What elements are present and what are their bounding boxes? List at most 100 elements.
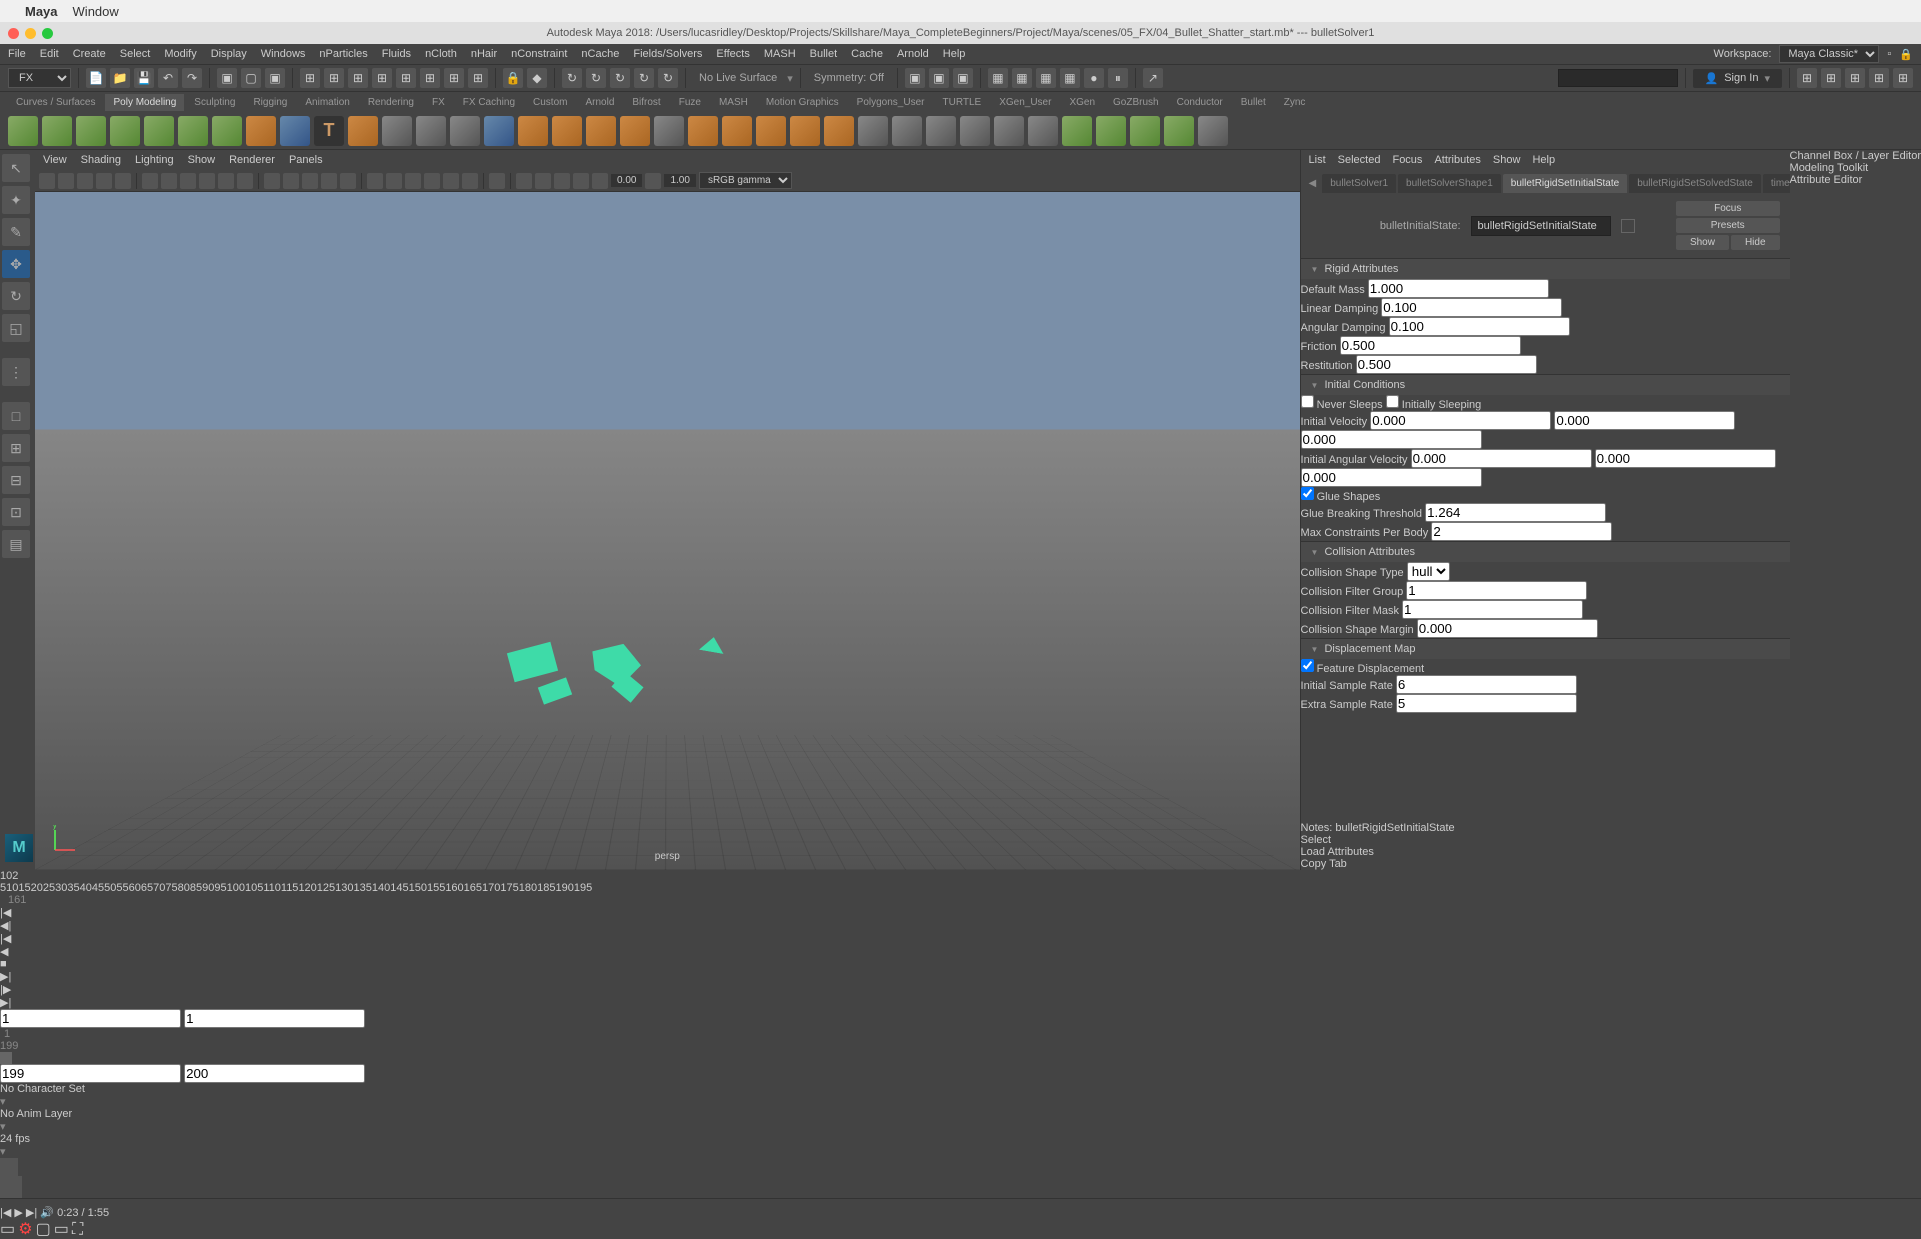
attr-menu-focus[interactable]: Focus <box>1392 154 1422 166</box>
next-video-button[interactable]: ▶| <box>26 1207 37 1219</box>
initial-velocity-y[interactable] <box>1554 411 1735 430</box>
layer-icon[interactable]: ⊞ <box>1893 68 1913 88</box>
vp-smooth-icon[interactable] <box>283 173 299 189</box>
menu-arnold[interactable]: Arnold <box>897 48 929 60</box>
shelf-cube-icon[interactable] <box>42 116 72 146</box>
collision-shape-margin-field[interactable] <box>1417 619 1598 638</box>
snap-plane-icon[interactable]: ⊞ <box>372 68 392 88</box>
vp-safe-title-icon[interactable] <box>237 173 253 189</box>
shelf-separate-icon[interactable] <box>552 116 582 146</box>
vp-toggle4-icon[interactable] <box>573 173 589 189</box>
attr-menu-attributes[interactable]: Attributes <box>1434 154 1480 166</box>
shelf-sphere-icon[interactable] <box>8 116 38 146</box>
initial-angular-velocity-z[interactable] <box>1301 468 1482 487</box>
vp-field-chart-icon[interactable] <box>199 173 215 189</box>
layout3-icon[interactable]: ▦ <box>1036 68 1056 88</box>
snap-curve-icon[interactable]: ⊞ <box>324 68 344 88</box>
menu-mash[interactable]: MASH <box>764 48 796 60</box>
vp-lights-icon[interactable] <box>302 173 318 189</box>
signin-button[interactable]: 👤 Sign In ▾ <box>1693 69 1782 88</box>
shelf-tab-arnold[interactable]: Arnold <box>577 94 622 111</box>
copy-tab-button[interactable]: Copy Tab <box>1301 858 1790 870</box>
initial-sample-rate-field[interactable] <box>1396 675 1577 694</box>
snap-view-icon[interactable]: ⊞ <box>420 68 440 88</box>
linear-damping-field[interactable] <box>1381 298 1562 317</box>
vp-2d-pan-icon[interactable] <box>96 173 112 189</box>
channel-icon[interactable]: ⊞ <box>1869 68 1889 88</box>
vp-menu-show[interactable]: Show <box>188 154 216 166</box>
vp-exposure2-icon[interactable] <box>592 173 608 189</box>
history5-icon[interactable]: ↻ <box>658 68 678 88</box>
menu-windows[interactable]: Windows <box>261 48 306 60</box>
rotate-tool[interactable]: ↻ <box>2 282 30 310</box>
market-icon[interactable]: ⊞ <box>1797 68 1817 88</box>
symmetry-label[interactable]: Symmetry: Off <box>814 72 884 84</box>
paint-select-icon[interactable]: ▣ <box>265 68 285 88</box>
shelf-tab-xgenuser[interactable]: XGen_User <box>991 94 1059 111</box>
presets-button[interactable]: Presets <box>1676 218 1780 233</box>
mode-select[interactable]: FX <box>8 68 71 88</box>
angular-damping-field[interactable] <box>1389 317 1570 336</box>
default-mass-field[interactable] <box>1368 279 1549 298</box>
focus-button[interactable]: Focus <box>1676 201 1780 216</box>
prev-video-button[interactable]: |◀ <box>0 1207 11 1219</box>
shelf-connect-icon[interactable] <box>994 116 1024 146</box>
show-button[interactable]: Show <box>1676 235 1729 250</box>
tab-time1[interactable]: time1 <box>1763 174 1790 193</box>
history3-icon[interactable]: ↻ <box>610 68 630 88</box>
initial-velocity-z[interactable] <box>1301 430 1482 449</box>
shelf-tab-curves[interactable]: Curves / Surfaces <box>8 94 103 111</box>
menu-nparticles[interactable]: nParticles <box>319 48 367 60</box>
viewport-3d[interactable]: M y persp <box>35 192 1300 870</box>
attr-icon[interactable]: ⊞ <box>1845 68 1865 88</box>
vp-exposure-value[interactable]: 0.00 <box>611 174 642 187</box>
shelf-lattice-icon[interactable] <box>858 116 888 146</box>
history-icon[interactable]: ↻ <box>562 68 582 88</box>
snap-live-icon[interactable]: ⊞ <box>396 68 416 88</box>
layout-single[interactable]: □ <box>2 402 30 430</box>
shelf-tab-turtle[interactable]: TURTLE <box>934 94 989 111</box>
shelf-tab-polymodeling[interactable]: Poly Modeling <box>105 94 184 111</box>
menu-effects[interactable]: Effects <box>716 48 749 60</box>
menu-display[interactable]: Display <box>211 48 247 60</box>
lasso-tool[interactable]: ✦ <box>2 186 30 214</box>
vp-safe-action-icon[interactable] <box>218 173 234 189</box>
fps-dropdown[interactable]: 24 fps <box>0 1133 1921 1145</box>
vp-toggle3-icon[interactable] <box>554 173 570 189</box>
shelf-disc-icon[interactable] <box>212 116 242 146</box>
lock-icon[interactable]: 🔒 <box>503 68 523 88</box>
layout4-icon[interactable]: ▦ <box>1060 68 1080 88</box>
anim-layer-dropdown[interactable]: No Anim Layer <box>0 1108 1921 1120</box>
menu-edit[interactable]: Edit <box>40 48 59 60</box>
render-settings-icon[interactable]: ▣ <box>953 68 973 88</box>
menu-window[interactable]: Window <box>73 4 119 19</box>
layout1-icon[interactable]: ▦ <box>988 68 1008 88</box>
layout-outliner[interactable]: ▤ <box>2 530 30 558</box>
shelf-sculpt-icon[interactable] <box>1164 116 1194 146</box>
save-scene-icon[interactable]: 💾 <box>134 68 154 88</box>
snap-toggle-icon[interactable]: ⊞ <box>468 68 488 88</box>
initial-angular-velocity-x[interactable] <box>1411 449 1592 468</box>
shelf-insertedge-icon[interactable] <box>960 116 990 146</box>
attr-menu-list[interactable]: List <box>1309 154 1326 166</box>
end-frame-inner[interactable] <box>0 1064 181 1083</box>
tab-bulletrigidsetinitialstate[interactable]: bulletRigidSetInitialState <box>1503 174 1627 193</box>
vp-wireframe-icon[interactable] <box>264 173 280 189</box>
shelf-tab-fxcaching[interactable]: FX Caching <box>455 94 523 111</box>
range-track[interactable]: 1 <box>0 1028 1921 1040</box>
workspace-lock-icon[interactable]: ▫ <box>1887 48 1891 60</box>
menu-bullet[interactable]: Bullet <box>810 48 838 60</box>
menu-fieldssolvers[interactable]: Fields/Solvers <box>633 48 702 60</box>
shelf-combine-icon[interactable] <box>518 116 548 146</box>
rigid-attributes-header[interactable]: Rigid Attributes <box>1301 259 1790 279</box>
extra-sample-rate-field[interactable] <box>1396 694 1577 713</box>
modeling-toolkit-tab[interactable]: Modeling Toolkit <box>1790 162 1921 174</box>
shelf-plane-icon[interactable] <box>178 116 208 146</box>
workspace-select[interactable]: Maya Classic* <box>1779 45 1879 63</box>
play-backward-button[interactable]: ◀ <box>0 945 1921 958</box>
shelf-torus-icon[interactable] <box>144 116 174 146</box>
shelf-tab-xgen[interactable]: XGen <box>1061 94 1103 111</box>
shelf-type-icon[interactable]: T <box>314 116 344 146</box>
shelf-tab-fx[interactable]: FX <box>424 94 453 111</box>
vp-gamma-icon[interactable] <box>645 173 661 189</box>
